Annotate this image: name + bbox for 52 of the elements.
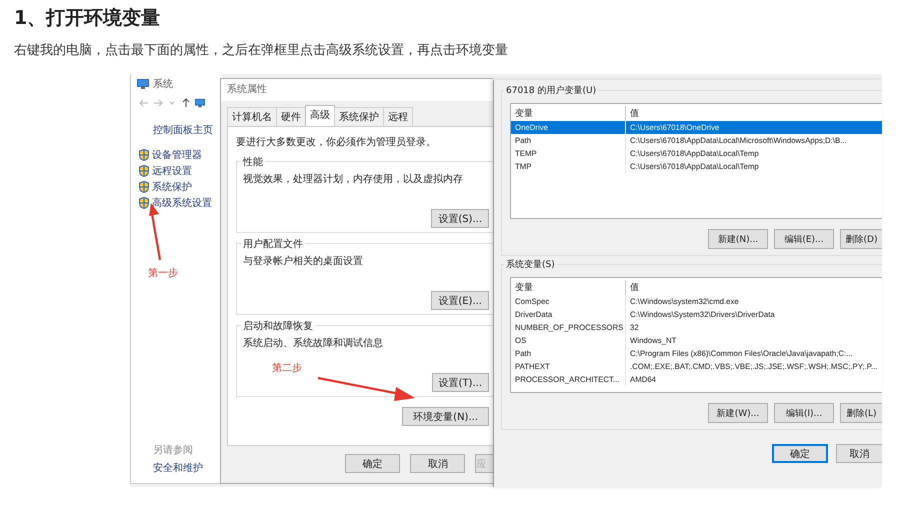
see-also-heading: 另请参阅 [153, 444, 194, 457]
group-title: 启动和故障恢复 [241, 319, 315, 333]
group-title: 性能 [241, 155, 265, 169]
sidebar-link[interactable]: 设备管理器 [152, 148, 202, 162]
group-title: 67018 的用户变量(U) [504, 84, 598, 97]
group-description: 视觉效果，处理器计划，内存使用，以及虚拟内存 [243, 172, 464, 186]
forward-arrow-icon [153, 98, 163, 108]
dialog-button[interactable]: 取消 [410, 454, 466, 473]
group-title: 用户配置文件 [241, 237, 305, 251]
section-heading: 1、打开环境变量 [14, 6, 162, 31]
column-header: 值 [629, 107, 639, 120]
dialog-button[interactable]: 取消 [836, 444, 882, 463]
step-label: 第一步 [148, 266, 178, 280]
environment-variables-button[interactable]: 环境变量(N)... [402, 407, 489, 426]
sidebar-link[interactable]: 高级系统设置 [152, 196, 212, 210]
table-action-button[interactable]: 删除(L) [840, 403, 882, 423]
table-action-button[interactable]: 删除(D) [840, 229, 882, 249]
instruction-text: 右键我的电脑，点击最下面的属性，之后在弹框里点击高级系统设置，再点击环境变量 [14, 42, 509, 60]
back-arrow-icon [139, 98, 149, 108]
table-action-button[interactable]: 新建(N)... [708, 229, 768, 249]
settings-button[interactable]: 设置(T)... [432, 373, 489, 392]
window-title: 系统 [153, 78, 173, 91]
group-title: 系统变量(S) [504, 258, 557, 271]
monitor-icon [195, 98, 205, 108]
shield-icon [139, 149, 149, 161]
sidebar-link[interactable]: 安全和维护 [153, 461, 222, 475]
settings-button[interactable]: 设置(S)... [431, 209, 489, 228]
tab[interactable]: 远程 [383, 107, 413, 126]
sidebar-link[interactable]: 系统保护 [152, 180, 192, 194]
dialog-title: 系统属性 [221, 79, 493, 101]
dialog-button[interactable]: 确定 [772, 444, 828, 463]
monitor-icon [137, 79, 149, 89]
table-action-button[interactable]: 新建(W)... [708, 403, 768, 423]
tab[interactable]: 计算机名 [227, 107, 277, 126]
group-description: 与登录帐户相关的桌面设置 [243, 254, 364, 268]
up-arrow-icon [181, 98, 191, 108]
shield-icon [139, 181, 149, 193]
sidebar-link[interactable]: 控制面板主页 [153, 123, 213, 137]
step-label: 第二步 [272, 362, 302, 375]
sidebar-link[interactable]: 远程设置 [152, 164, 192, 178]
dialog-button[interactable]: 确定 [345, 454, 400, 473]
tab[interactable]: 高级 [305, 105, 335, 126]
settings-button[interactable]: 设置(E)... [431, 291, 489, 310]
column-header: 变量 [511, 280, 626, 295]
shield-icon [139, 197, 149, 209]
group-description: 系统启动、系统故障和调试信息 [243, 336, 384, 350]
tab[interactable]: 系统保护 [334, 107, 384, 126]
notice-text: 要进行大多数更改，你必须作为管理员登录。 [236, 136, 437, 150]
table-action-button[interactable]: 编辑(I)... [774, 403, 834, 423]
column-header: 值 [629, 281, 639, 294]
shield-icon [139, 165, 149, 177]
table-action-button[interactable]: 编辑(E)... [774, 229, 834, 249]
